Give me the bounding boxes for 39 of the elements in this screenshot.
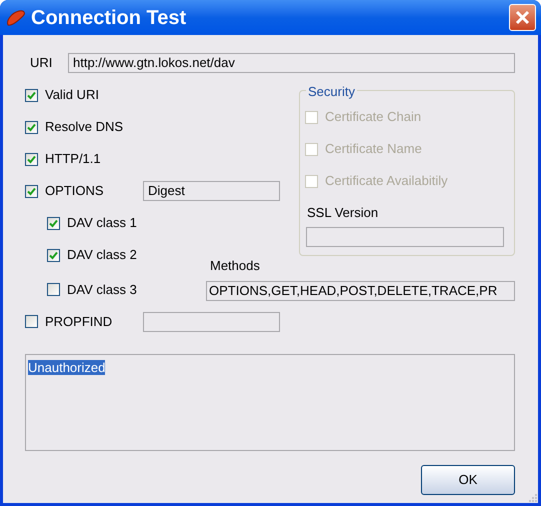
checkbox-label: OPTIONS [45, 182, 104, 200]
check-icon [49, 218, 58, 228]
text-field[interactable]: http://www.gtn.lokos.net/dav [68, 53, 515, 73]
checkbox-label: HTTP/1.1 [45, 150, 101, 168]
checkbox-label: Certificate Name [325, 140, 422, 158]
check-icon [49, 250, 58, 260]
close-icon [515, 10, 530, 25]
checkbox-label: PROPFIND [45, 312, 112, 331]
text-field[interactable]: OPTIONS,GET,HEAD,POST,DELETE,TRACE,PR [206, 280, 515, 300]
text-field[interactable] [143, 312, 280, 332]
checkbox[interactable] [47, 283, 60, 296]
ok-button[interactable]: OK [421, 464, 515, 494]
uri-label: URI [29, 54, 54, 72]
checkbox-label: Certificate Availabitily [325, 172, 448, 190]
checkbox-label: DAV class 2 [67, 246, 137, 264]
checkbox-label: Certificate Chain [325, 108, 422, 126]
close-button[interactable] [509, 4, 536, 31]
checkbox[interactable] [47, 216, 60, 230]
check-icon [27, 154, 36, 164]
status-text: Unauthorized [28, 360, 106, 374]
checkbox[interactable] [25, 152, 38, 166]
checkbox[interactable] [25, 120, 38, 134]
text-field[interactable] [306, 226, 504, 246]
checkbox-label: DAV class 3 [67, 280, 137, 299]
checkbox[interactable] [25, 88, 38, 102]
checkbox[interactable] [47, 248, 60, 262]
ssl-version-label: SSL Version [306, 204, 380, 222]
methods-label: Methods [209, 257, 261, 275]
window-title: Connection Test [31, 6, 186, 30]
checkbox-label: Valid URI [45, 86, 99, 104]
checkbox-label: Resolve DNS [45, 118, 124, 136]
check-icon [27, 90, 36, 100]
check-icon [27, 122, 36, 132]
checkbox[interactable] [25, 315, 38, 328]
checkbox-label: DAV class 1 [67, 214, 137, 232]
checkbox[interactable] [25, 184, 38, 198]
check-icon [27, 186, 36, 196]
resize-grip-icon [527, 492, 537, 502]
text-field[interactable]: Digest [143, 181, 280, 201]
